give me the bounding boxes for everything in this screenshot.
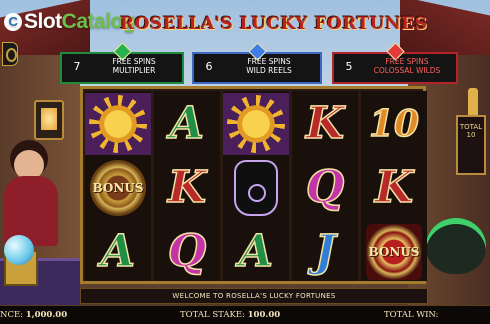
game-title: ROSELLA'S LUCKY FORTUNES bbox=[120, 14, 428, 34]
feature-banner-multiplier: 7 FREE SPINS MULTIPLIER bbox=[60, 42, 184, 84]
reel-symbol-a: A bbox=[223, 221, 289, 283]
reel-symbol-bonus: BONUS bbox=[85, 157, 151, 219]
lantern-icon bbox=[34, 100, 64, 140]
bonus-label: BONUS bbox=[92, 181, 144, 195]
reel-column: 10 K BONUS bbox=[361, 91, 427, 281]
feature-banner-wild-reels: 6 FREE SPINS WILD REELS bbox=[192, 42, 322, 84]
sun-symbol-icon bbox=[93, 99, 143, 149]
letter-symbol: J bbox=[314, 226, 336, 277]
reel-symbol-k: K bbox=[154, 157, 220, 219]
reel-symbol-sun bbox=[85, 93, 151, 155]
watermark-logo: C SlotCatalog bbox=[4, 10, 136, 34]
reel-grid: BONUS A A K Q A K Q J 10 K BONUS bbox=[80, 86, 427, 284]
reel-symbol-a: A bbox=[154, 93, 220, 155]
reel-column: BONUS A bbox=[85, 91, 151, 281]
letter-symbol: 10 bbox=[368, 103, 420, 145]
welcome-message: WELCOME TO ROSELLA'S LUCKY FORTUNES bbox=[80, 288, 428, 304]
reel-symbol-k: K bbox=[361, 157, 427, 219]
side-total-panel: TOTAL 10 bbox=[456, 115, 486, 175]
feature-banner-colossal-wilds: 5 FREE SPINS COLOSSAL WILDS bbox=[332, 42, 458, 84]
banner-line2: MULTIPLIER bbox=[112, 66, 156, 75]
reel-symbol-q: Q bbox=[154, 221, 220, 283]
win-label: TOTAL WIN: bbox=[384, 310, 439, 320]
side-total-value: 10 bbox=[466, 131, 476, 139]
palm-hand-icon bbox=[234, 160, 278, 216]
balance-display: NCE: 1,000.00 bbox=[0, 306, 67, 324]
logo-text-a: Slot bbox=[24, 10, 62, 33]
bonus-symbol-icon: BONUS bbox=[90, 160, 146, 216]
letter-symbol: A bbox=[169, 98, 205, 149]
balance-value: 1,000.00 bbox=[25, 310, 68, 320]
letter-symbol: K bbox=[374, 162, 414, 213]
bonus-label: BONUS bbox=[368, 245, 420, 259]
reel-symbol-sun bbox=[223, 93, 289, 155]
letter-symbol: A bbox=[238, 226, 274, 277]
banner-line1: FREE SPINS bbox=[112, 57, 156, 66]
banner-count: 5 bbox=[345, 60, 353, 73]
balance-label: NCE: bbox=[0, 310, 24, 320]
side-total-label: TOTAL bbox=[459, 123, 483, 131]
reel-symbol-q: Q bbox=[292, 157, 358, 219]
status-bar: NCE: 1,000.00 TOTAL STAKE: 100.00 TOTAL … bbox=[0, 305, 490, 324]
letter-symbol: K bbox=[305, 98, 345, 149]
banner-count: 7 bbox=[73, 60, 81, 73]
cauldron-icon bbox=[426, 218, 486, 274]
crystal-ball-icon bbox=[4, 235, 34, 265]
stake-label: TOTAL STAKE: bbox=[180, 310, 245, 320]
sun-symbol-icon bbox=[231, 99, 281, 149]
banner-text: FREE SPINS MULTIPLIER bbox=[90, 57, 178, 75]
logo-mark-icon: C bbox=[4, 13, 22, 31]
letter-symbol: K bbox=[167, 162, 207, 213]
reel-column: A bbox=[223, 91, 289, 281]
bonus-symbol-icon: BONUS bbox=[366, 224, 422, 280]
banner-text: FREE SPINS COLOSSAL WILDS bbox=[362, 57, 452, 75]
stake-value: 100.00 bbox=[247, 310, 281, 320]
letter-symbol: Q bbox=[305, 162, 345, 213]
reel-symbol-palm bbox=[223, 157, 289, 219]
reel-column: KQJ bbox=[292, 91, 358, 281]
letter-symbol: Q bbox=[167, 226, 207, 277]
banner-text: FREE SPINS WILD REELS bbox=[222, 57, 316, 75]
reel-symbol-bonus: BONUS bbox=[361, 221, 427, 283]
reel-symbol-a: A bbox=[85, 221, 151, 283]
banner-line1: FREE SPINS bbox=[247, 57, 291, 66]
letter-symbol: A bbox=[100, 226, 136, 277]
banner-line2: COLOSSAL WILDS bbox=[373, 66, 441, 75]
reel-column: AKQ bbox=[154, 91, 220, 281]
total-win-display: TOTAL WIN: bbox=[384, 306, 438, 324]
reel-symbol-ten: 10 bbox=[361, 93, 427, 155]
banner-line1: FREE SPINS bbox=[385, 57, 429, 66]
reel-symbol-j: J bbox=[292, 221, 358, 283]
banner-count: 6 bbox=[205, 60, 213, 73]
reel-symbol-k: K bbox=[292, 93, 358, 155]
total-stake-display[interactable]: TOTAL STAKE: 100.00 bbox=[180, 306, 280, 324]
banner-line2: WILD REELS bbox=[246, 66, 292, 75]
menu-button[interactable] bbox=[2, 42, 18, 66]
